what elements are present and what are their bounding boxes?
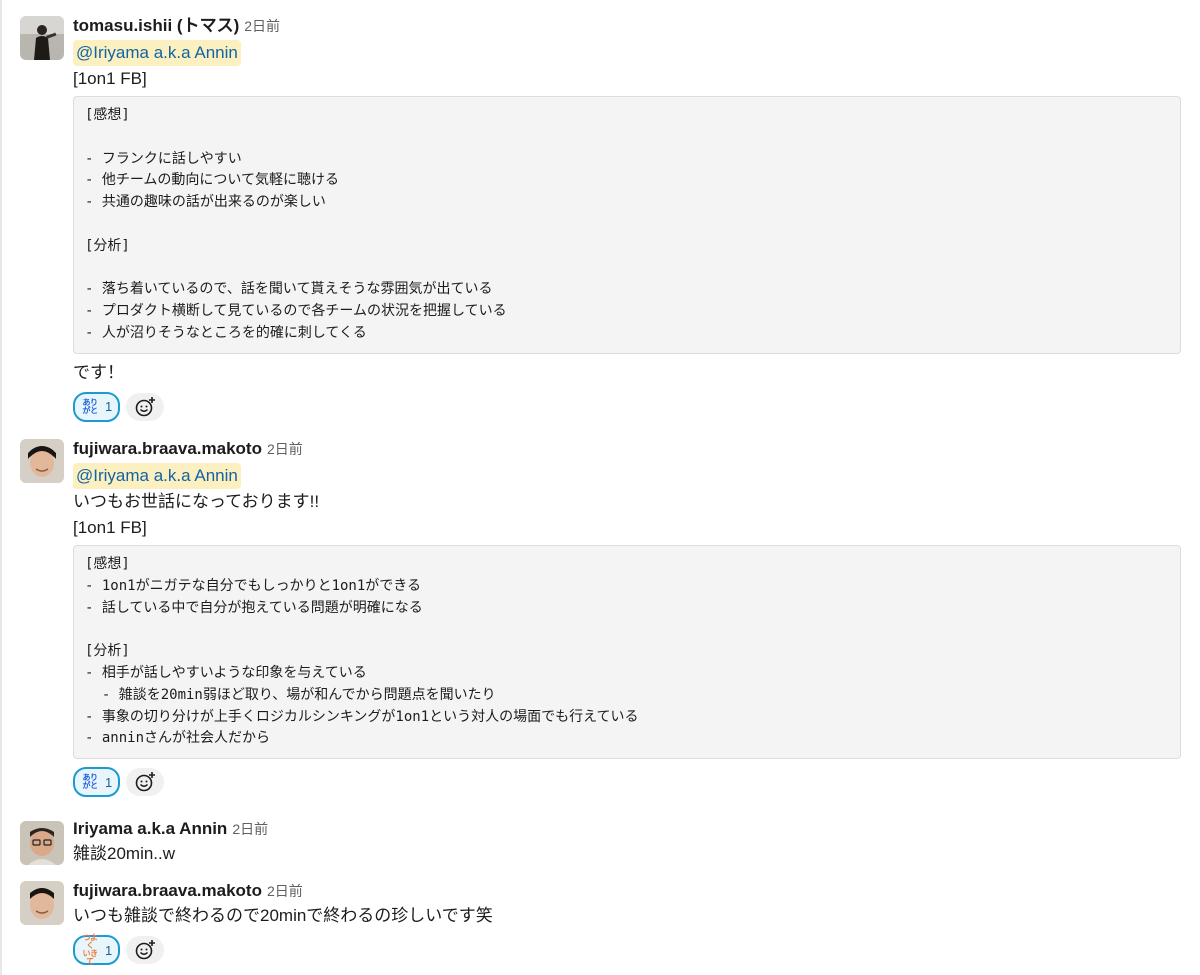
code-line: - 相手が話しやすいような印象を与えている — [85, 664, 367, 681]
arigato-emoji: あり がと — [82, 773, 99, 791]
timestamp[interactable]: 2日前 — [244, 18, 280, 34]
code-line: [感想] — [85, 107, 130, 123]
message-text: 雑談20min..w — [73, 844, 176, 863]
avatar[interactable] — [20, 881, 64, 925]
reaction-count: 1 — [105, 399, 113, 415]
message-text: [1on1 FB] — [73, 69, 147, 88]
code-line: [感想] — [85, 556, 130, 572]
add-reaction-icon — [135, 940, 156, 960]
add-reaction-icon — [135, 772, 156, 792]
code-line: [分析] — [85, 643, 130, 660]
code-line: - 1on1がニガテな自分でもしっかりと1on1ができる — [85, 577, 422, 594]
message-header: fujiwara.braava.makoto 2日前 — [73, 879, 1181, 903]
code-line: - anninさんが社会人だから — [85, 730, 271, 747]
timestamp[interactable]: 2日前 — [267, 441, 303, 457]
user-mention[interactable]: @Iriyama a.k.a Annin — [73, 40, 241, 66]
add-reaction-icon — [135, 396, 156, 417]
message-text: いつもお世話になっております!! — [73, 492, 320, 511]
code-line: - プロダクト横断して見ているので各チームの状況を把握している — [85, 303, 507, 320]
message-header: Iriyama a.k.a Annin 2日前 — [73, 817, 1181, 841]
code-line: [分析] — [85, 237, 130, 254]
message-text: [1on1 FB] — [73, 518, 147, 537]
author-name[interactable]: Iriyama a.k.a Annin — [73, 819, 227, 838]
code-line: - フランクに話しやすい — [85, 150, 242, 167]
code-line: - 共通の趣味の話が出来るのが楽しい — [85, 194, 326, 211]
add-reaction-button[interactable] — [126, 768, 165, 797]
code-line: - 他チームの動向について気軽に聴ける — [85, 172, 340, 189]
avatar[interactable] — [20, 439, 64, 483]
add-reaction-button[interactable] — [126, 936, 165, 964]
code-line: - 事象の切り分けが上手くロジカルシンキングが1on1という対人の場面でも行えて… — [85, 708, 639, 725]
code-line: - 落ち着いているので、話を聞いて貰えそうな雰囲気が出ている — [85, 281, 493, 298]
code-line: - 話している中で自分が抱えている問題が明確になる — [85, 599, 423, 616]
reaction-count: 1 — [105, 774, 113, 790]
code-block: [感想] - 1on1がニガテな自分でもしっかりと1on1ができる - 話してい… — [73, 545, 1181, 760]
reaction-bar: つよく いきて 1 — [73, 933, 1181, 966]
add-reaction-button[interactable] — [126, 392, 165, 421]
reaction-bar: あり がと 1 — [73, 767, 1181, 798]
avatar[interactable] — [20, 16, 64, 60]
otsukare-emoji: つよく いきて — [82, 933, 99, 966]
message-text: いつも雑談で終わるので20minで終わるの珍しいです笑 — [73, 906, 493, 925]
user-mention[interactable]: @Iriyama a.k.a Annin — [73, 463, 241, 489]
reaction-pill[interactable]: あり がと 1 — [73, 767, 121, 798]
author-name[interactable]: fujiwara.braava.makoto — [73, 439, 262, 458]
message-header: fujiwara.braava.makoto 2日前 — [73, 437, 1181, 461]
arigato-emoji: あり がと — [82, 397, 99, 415]
code-block: [感想] - フランクに話しやすい - 他チームの動向について気軽に聴ける - … — [73, 96, 1181, 354]
reaction-bar: あり がと 1 — [73, 391, 1181, 422]
author-name[interactable]: fujiwara.braava.makoto — [73, 881, 262, 900]
message-header: tomasu.ishii (トマス) 2日前 — [73, 14, 1181, 38]
timestamp[interactable]: 2日前 — [232, 821, 268, 837]
code-line: - 雑談を20min弱ほど取り、場が和んでから問題点を聞いたり — [85, 686, 496, 703]
author-name[interactable]: tomasu.ishii (トマス) — [73, 16, 239, 35]
avatar[interactable] — [20, 821, 64, 865]
reaction-pill[interactable]: つよく いきて 1 — [73, 933, 121, 966]
reaction-count: 1 — [105, 942, 113, 958]
code-line: - 人が沼りそうなところを的確に刺してくる — [85, 324, 367, 341]
message-text: です！ — [73, 362, 124, 382]
reaction-pill[interactable]: あり がと 1 — [73, 391, 121, 422]
timestamp[interactable]: 2日前 — [267, 883, 303, 899]
thread-left-border — [0, 0, 2, 975]
